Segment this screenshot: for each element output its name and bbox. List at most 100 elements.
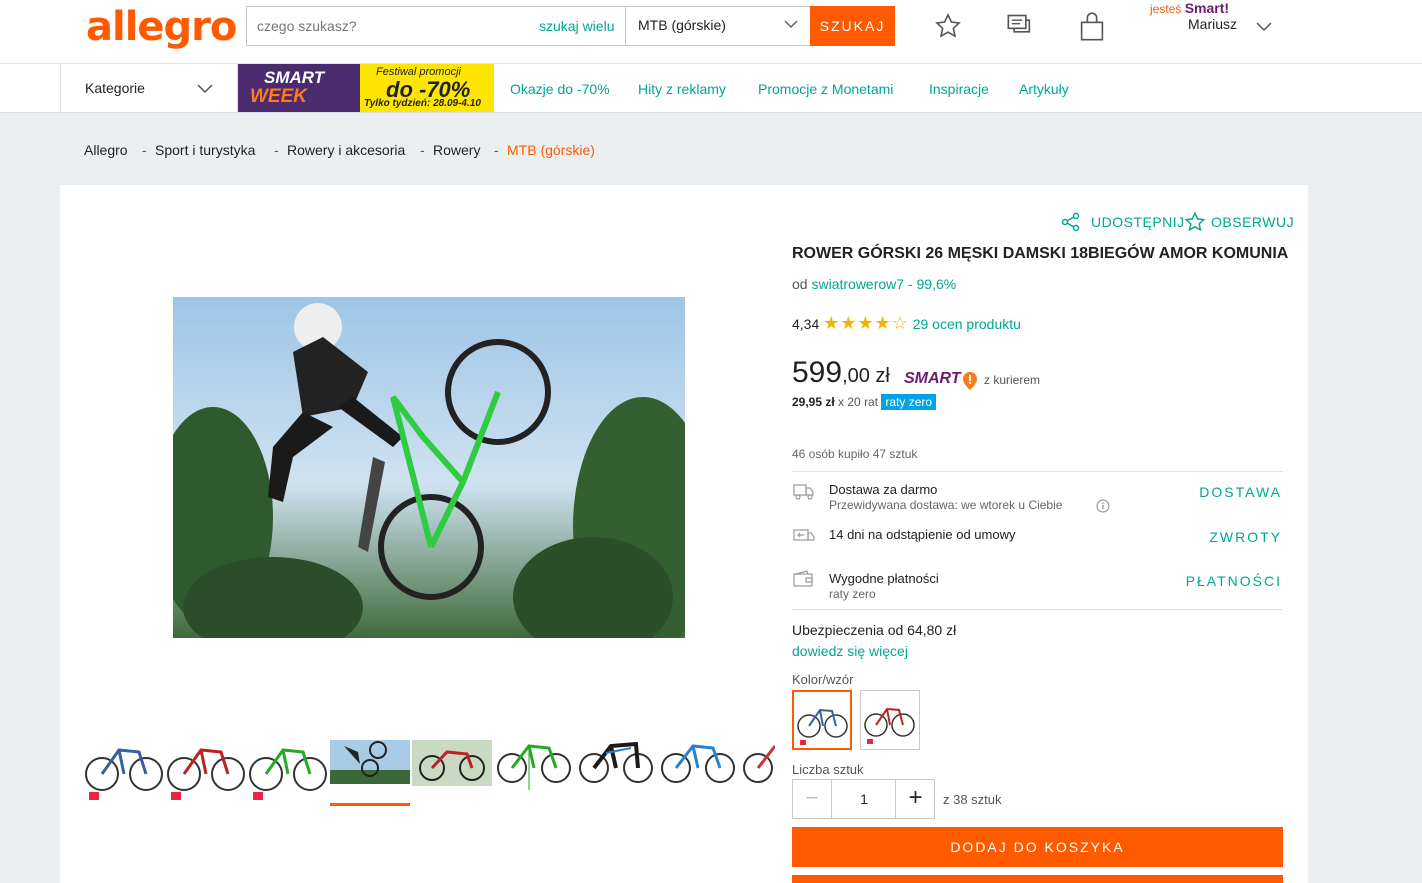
returns-title: 14 dni na odstąpienie od umowy: [829, 527, 1016, 542]
breadcrumb-separator: -: [142, 142, 147, 158]
thumbnail[interactable]: [248, 728, 328, 806]
thumbnail[interactable]: [166, 728, 246, 806]
thumbnail[interactable]: [494, 728, 574, 806]
nav-link-artykuly[interactable]: Artykuły: [1019, 81, 1069, 97]
rating-count-link[interactable]: 29 ocen produktu: [913, 316, 1021, 332]
delivery-title: Dostawa za darmo: [829, 482, 938, 497]
product-title: ROWER GÓRSKI 26 MĘSKI DAMSKI 18BIEGÓW AM…: [792, 245, 1289, 262]
thumbnail[interactable]: [412, 728, 492, 806]
buy-now-button[interactable]: [792, 875, 1283, 883]
messages-icon[interactable]: [1005, 12, 1035, 42]
sold-count: 46 osób kupiło 47 sztuk: [792, 447, 918, 461]
star-icon[interactable]: [1184, 211, 1206, 236]
courier-text: z kurierem: [984, 373, 1041, 387]
seller-link[interactable]: swiatrowerow7 - 99,6%: [811, 276, 956, 292]
categories-dropdown[interactable]: Kategorie: [60, 64, 238, 112]
rating-value: 4,34: [792, 316, 820, 332]
nav-link-okazje[interactable]: Okazje do -70%: [510, 81, 610, 97]
breadcrumb-separator: -: [274, 142, 279, 158]
chevron-down-icon: [782, 15, 800, 36]
truck-icon: [793, 482, 815, 502]
share-icon[interactable]: [1061, 212, 1081, 235]
smart-pin-icon: [962, 371, 978, 394]
insurance-text: Ubezpieczenia od 64,80 zł: [792, 622, 957, 638]
quantity-decrease-button[interactable]: −: [793, 780, 832, 818]
smart-prefix: jesteś: [1150, 2, 1182, 16]
installment-count: x 20 rat: [838, 395, 879, 409]
info-icon[interactable]: [1096, 499, 1110, 516]
promo-dates-text: Tylko tydzień: 28.09-4.10: [364, 98, 481, 109]
divider: [792, 471, 1283, 472]
breadcrumb-item[interactable]: Rowery i akcesoria: [287, 142, 405, 158]
category-nav: Kategorie SMART WEEK Festiwal promocji d…: [0, 64, 1422, 113]
wallet-icon: [793, 570, 815, 590]
delivery-link[interactable]: DOSTAWA: [1199, 484, 1282, 500]
installment-info: 29,95 zł x 20 rat raty zero: [792, 394, 937, 410]
breadcrumb-current: MTB (górskie): [507, 142, 595, 158]
seller-prefix: od: [792, 276, 808, 292]
payment-link[interactable]: PŁATNOŚCI: [1186, 573, 1282, 589]
thumbnail[interactable]: [576, 728, 656, 806]
search-many-link[interactable]: szukaj wielu: [539, 18, 614, 34]
search-button[interactable]: SZUKAJ: [810, 6, 895, 46]
breadcrumb-item[interactable]: Sport i turystyka: [155, 142, 255, 158]
returns-icon: [793, 527, 815, 547]
smart-status: jesteś Smart!: [1150, 0, 1237, 16]
search-category-select[interactable]: MTB (górskie): [625, 6, 810, 46]
cart-icon[interactable]: [1077, 12, 1107, 42]
thumbnail-selected[interactable]: [330, 728, 410, 806]
search-category-value: MTB (górskie): [638, 17, 726, 33]
search-bar: szukaj wielu MTB (górskie) SZUKAJ: [246, 6, 895, 46]
promo-week-text: WEEK: [250, 86, 307, 107]
price: 599,00 zł: [792, 356, 890, 390]
delivery-sub: Przewidywana dostawa: we wtorek u Ciebie: [829, 498, 1063, 512]
watch-link[interactable]: OBSERWUJ: [1211, 214, 1294, 230]
thumbnail[interactable]: [84, 728, 164, 806]
add-to-cart-button[interactable]: DODAJ DO KOSZYKA: [792, 827, 1283, 867]
thumbnail[interactable]: [658, 728, 738, 806]
installment-amount: 29,95 zł: [792, 395, 835, 409]
breadcrumb-item[interactable]: Allegro: [84, 142, 128, 158]
quantity-input[interactable]: 1: [833, 780, 895, 818]
price-cents: ,00 zł: [842, 365, 890, 387]
chevron-down-icon: [1254, 16, 1274, 39]
color-swatch[interactable]: [860, 690, 920, 750]
color-label: Kolor/wzór: [792, 672, 854, 687]
breadcrumb-separator: -: [494, 142, 499, 158]
price-main: 599: [792, 356, 843, 389]
insurance-more-link[interactable]: dowiedz się więcej: [792, 643, 908, 659]
quantity-stepper: − 1 +: [792, 779, 935, 819]
smart-week-logo: SMART WEEK: [238, 64, 360, 112]
star-icon[interactable]: [933, 12, 963, 42]
product-main-image[interactable]: [173, 297, 685, 638]
payment-sub: raty zero: [829, 587, 876, 601]
color-swatch-selected[interactable]: [792, 690, 852, 750]
user-menu[interactable]: jesteś Smart! Mariusz: [1150, 0, 1272, 32]
chevron-down-icon: [195, 78, 215, 101]
product-rating: 4,34 ★★★★☆ 29 ocen produktu: [792, 313, 1021, 334]
seller-info: od swiatrowerow7 - 99,6%: [792, 276, 956, 292]
quantity-increase-button[interactable]: +: [895, 780, 935, 818]
stock-available: z 38 sztuk: [943, 792, 1002, 807]
share-link[interactable]: UDOSTĘPNIJ: [1091, 214, 1185, 230]
divider: [792, 609, 1283, 610]
user-name: Mariusz: [1188, 16, 1238, 32]
nav-link-promocje[interactable]: Promocje z Monetami: [758, 81, 893, 97]
promo-smart-text: SMART: [264, 68, 325, 87]
smart-week-banner[interactable]: SMART WEEK Festiwal promocji do -70% Tyl…: [238, 64, 494, 112]
categories-label: Kategorie: [85, 80, 145, 96]
nav-link-inspiracje[interactable]: Inspiracje: [929, 81, 989, 97]
returns-link[interactable]: ZWROTY: [1209, 529, 1282, 545]
quantity-label: Liczba sztuk: [792, 762, 864, 777]
raty-zero-badge[interactable]: raty zero: [881, 394, 937, 410]
breadcrumb-item[interactable]: Rowery: [433, 142, 480, 158]
smart-brand: Smart!: [1184, 0, 1230, 16]
nav-link-hity[interactable]: Hity z reklamy: [638, 81, 726, 97]
smart-badge: SMART: [904, 370, 961, 387]
top-header: allegro szukaj wielu MTB (górskie) SZUKA…: [0, 0, 1422, 64]
thumbnail[interactable]: [740, 728, 775, 806]
rating-stars-icon: ★★★★☆: [823, 313, 909, 333]
payment-title: Wygodne płatności: [829, 571, 939, 586]
allegro-logo[interactable]: allegro: [86, 4, 237, 50]
breadcrumb-separator: -: [420, 142, 425, 158]
